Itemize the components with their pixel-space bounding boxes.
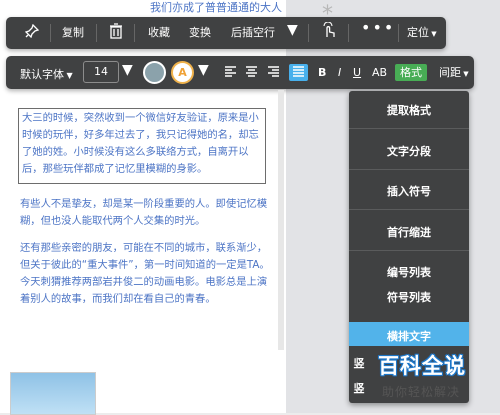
uppercase-button[interactable]: AB — [372, 66, 387, 80]
caret-down-icon[interactable]: ▼ — [122, 63, 133, 77]
locate-label: 定位 — [407, 26, 429, 39]
favorite-button[interactable]: 收藏 — [148, 26, 170, 40]
tap-pointer-icon[interactable] — [321, 21, 338, 43]
copy-button[interactable]: 复制 — [62, 26, 84, 40]
watermark-title: 百科全说 — [378, 354, 466, 378]
align-left-icon[interactable] — [224, 66, 237, 82]
toolbar-divider — [308, 24, 309, 42]
chevron-down-icon: ▼ — [461, 70, 469, 78]
site-watermark: 百科全说 助你轻松解决 — [370, 350, 496, 408]
watermark-subtitle: 助你轻松解决 — [382, 385, 461, 399]
menu-item-horizontal-text[interactable]: 横排文字 — [349, 328, 469, 344]
paragraph-3[interactable]: 还有那些亲密的朋友，可能在不同的城市，联系渐少，但关于彼此的“重大事件”，第一时… — [20, 240, 272, 308]
toolbar-divider — [50, 24, 51, 42]
align-right-icon[interactable] — [267, 66, 280, 82]
chevron-down-icon: ▼ — [429, 30, 437, 38]
align-justify-icon — [292, 66, 305, 82]
menu-divider — [349, 209, 469, 210]
replace-button[interactable]: 变换 — [189, 26, 211, 40]
menu-item-extract-format[interactable]: 提取格式 — [349, 102, 469, 118]
scrollbar[interactable] — [278, 90, 284, 350]
chevron-down-icon: ▼ — [64, 71, 73, 80]
caret-down-icon[interactable]: ▼ — [287, 23, 298, 37]
format-button[interactable]: 格式 — [395, 64, 427, 81]
more-options-icon[interactable]: ••• — [361, 20, 395, 36]
text-color-swatch[interactable]: A — [171, 61, 194, 84]
insert-blank-line-button[interactable]: 后插空行 — [231, 26, 275, 40]
align-center-icon[interactable] — [245, 66, 258, 82]
caret-down-icon[interactable]: ▼ — [198, 63, 209, 77]
sky-image-thumbnail[interactable] — [10, 372, 96, 415]
menu-item-insert-symbol[interactable]: 插入符号 — [349, 183, 469, 199]
menu-item-first-line-indent[interactable]: 首行缩进 — [349, 224, 469, 240]
bold-button[interactable]: B — [318, 66, 326, 80]
spacing-dropdown[interactable]: 间距 ▼ — [439, 66, 469, 81]
font-family-label: 默认字体 — [20, 68, 64, 81]
toolbar-divider — [96, 24, 97, 42]
document-heading-snippet: 我们亦成了普普通通的大人 — [150, 1, 282, 14]
pin-icon[interactable] — [24, 23, 40, 42]
trash-icon[interactable] — [109, 23, 123, 43]
spacing-label: 间距 — [439, 66, 461, 79]
menu-divider — [349, 128, 469, 129]
menu-item-split-text[interactable]: 文字分段 — [349, 143, 469, 159]
font-size-input[interactable]: 14 — [83, 61, 119, 83]
toolbar-divider — [134, 24, 135, 42]
menu-divider — [349, 169, 469, 170]
paragraph-2[interactable]: 有些人不是挚友，却是某一阶段重要的人。即使记忆模糊，但也没人能取代两个人交集的时… — [20, 196, 272, 230]
locate-dropdown[interactable]: 定位 ▼ — [407, 26, 437, 41]
toolbar-divider — [348, 24, 349, 42]
toolbar-divider — [398, 24, 399, 42]
underline-button[interactable]: U — [353, 66, 361, 80]
italic-button[interactable]: I — [338, 66, 341, 80]
menu-divider — [349, 250, 469, 251]
menu-item-numbered-list[interactable]: 编号列表 — [349, 264, 469, 280]
background-color-swatch[interactable] — [143, 61, 166, 84]
font-family-select[interactable]: 默认字体 ▼ — [20, 66, 73, 82]
menu-item-bullet-list[interactable]: 符号列表 — [349, 289, 469, 305]
paragraph-1[interactable]: 大三的时候，突然收到一个微信好友验证，原来是小时候的玩伴，好多年过去了，我只记得… — [22, 110, 264, 178]
